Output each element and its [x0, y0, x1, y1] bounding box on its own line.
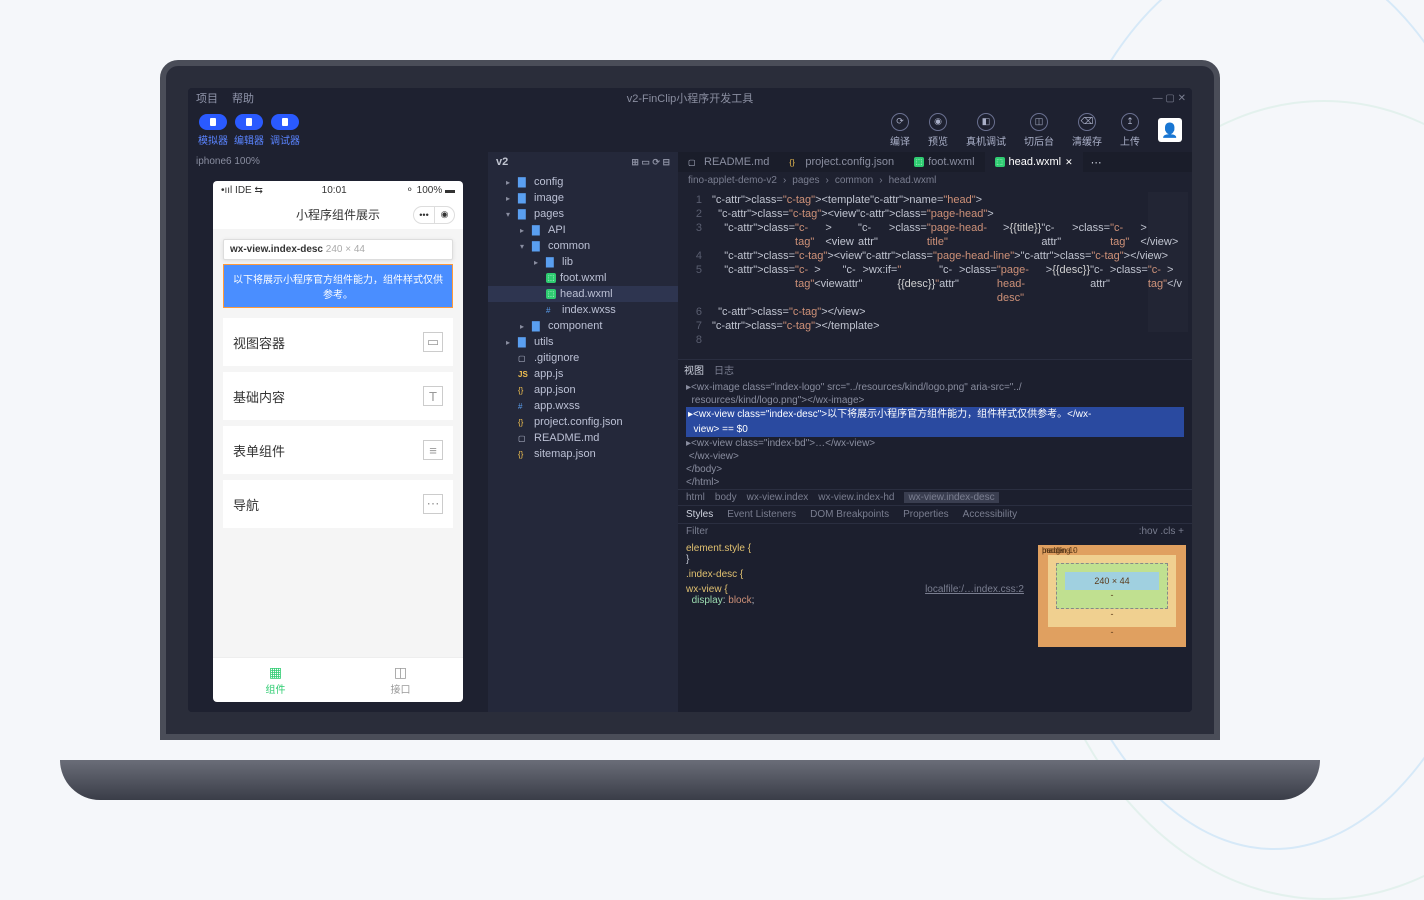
- simulator-panel: iphone6 100% •ııl IDE ⇆ 10:01 ⚬ 100% ▬ 小…: [188, 152, 488, 712]
- devtools-tab-DOM Breakpoints[interactable]: DOM Breakpoints: [810, 509, 889, 520]
- sim-nav-title: 小程序组件展示: [296, 206, 380, 223]
- devtools-tab-Styles[interactable]: Styles: [686, 509, 713, 520]
- tree-item-README.md[interactable]: ▢README.md: [488, 430, 678, 446]
- laptop-frame: 项目 帮助 v2-FinClip小程序开发工具 — ▢ ✕ 模拟器 编辑器 调试…: [160, 60, 1220, 780]
- devtools-tab-Event Listeners[interactable]: Event Listeners: [727, 509, 796, 520]
- tree-item-component[interactable]: ▸▇component: [488, 318, 678, 334]
- sim-time: 10:01: [322, 185, 347, 196]
- editor-tab-README.md[interactable]: ▢README.md: [678, 152, 779, 172]
- breadcrumb-part[interactable]: fino-applet-demo-v2: [688, 175, 777, 186]
- sim-list-item[interactable]: 基础内容T: [223, 372, 453, 420]
- tree-item-foot.wxml[interactable]: ⬚foot.wxml: [488, 270, 678, 286]
- tool-bars[interactable]: 调试器: [270, 114, 300, 147]
- tool-真机调试[interactable]: ◧真机调试: [966, 113, 1006, 148]
- explorer-actions[interactable]: ⊞ ▭ ⟳ ⊟: [631, 157, 670, 168]
- laptop-screen: 项目 帮助 v2-FinClip小程序开发工具 — ▢ ✕ 模拟器 编辑器 调试…: [160, 60, 1220, 740]
- devtools-crumb-item[interactable]: html: [686, 492, 705, 503]
- sim-tab-接口[interactable]: ◫接口: [338, 658, 463, 702]
- tree-item-index.wxss[interactable]: #index.wxss: [488, 302, 678, 318]
- devtools-breadcrumb[interactable]: html body wx-view.index wx-view.index-hd wx-…: [678, 489, 1192, 505]
- simulator-device[interactable]: •ııl IDE ⇆ 10:01 ⚬ 100% ▬ 小程序组件展示 •••◉: [213, 181, 463, 702]
- ide-window: 项目 帮助 v2-FinClip小程序开发工具 — ▢ ✕ 模拟器 编辑器 调试…: [188, 88, 1192, 712]
- breadcrumb-part[interactable]: common: [835, 175, 873, 186]
- editor-panel: ▢README.md {}project.config.json ⬚foot.w…: [678, 152, 1192, 712]
- tool-code[interactable]: 编辑器: [234, 114, 264, 147]
- editor-tabs: ▢README.md {}project.config.json ⬚foot.w…: [678, 152, 1192, 172]
- devtools-styles-bar[interactable]: Filter :hov .cls +: [678, 523, 1192, 539]
- devtools-crumb-item[interactable]: wx-view.index: [747, 492, 809, 503]
- window-controls[interactable]: — ▢ ✕: [1153, 93, 1186, 104]
- tree-item-app.json[interactable]: {}app.json: [488, 382, 678, 398]
- sim-navbar: 小程序组件展示 •••◉: [213, 200, 463, 229]
- sim-tab-组件[interactable]: ▦组件: [213, 658, 338, 702]
- inspect-tooltip: wx-view.index-desc 240 × 44: [223, 239, 453, 260]
- sim-list-item[interactable]: 导航⋯: [223, 480, 453, 528]
- tree-item-app.js[interactable]: JSapp.js: [488, 366, 678, 382]
- tree-item-project.config.json[interactable]: {}project.config.json: [488, 414, 678, 430]
- sim-battery: ⚬ 100% ▬: [405, 185, 455, 196]
- devtools-tab-Accessibility[interactable]: Accessibility: [963, 509, 1017, 520]
- tree-item-.gitignore[interactable]: ▢.gitignore: [488, 350, 678, 366]
- tree-item-image[interactable]: ▸▇image: [488, 190, 678, 206]
- devtools-elements[interactable]: ▸<wx-image class="index-logo" src="../re…: [678, 379, 1192, 489]
- sim-content[interactable]: wx-view.index-desc 240 × 44 以下将展示小程序官方组件…: [213, 229, 463, 657]
- tool-切后台[interactable]: ◫切后台: [1024, 113, 1054, 148]
- file-tree[interactable]: ▸▇config ▸▇image ▾▇pages ▸▇API ▾▇common …: [488, 172, 678, 464]
- editor-tab-project.config.json[interactable]: {}project.config.json: [779, 152, 904, 172]
- simulator-device-label[interactable]: iphone6 100%: [188, 152, 488, 171]
- tool-预览[interactable]: ◉预览: [928, 113, 948, 148]
- breadcrumb-part[interactable]: head.wxml: [889, 175, 937, 186]
- tool-清缓存[interactable]: ⌫清缓存: [1072, 113, 1102, 148]
- tree-item-utils[interactable]: ▸▇utils: [488, 334, 678, 350]
- box-model[interactable]: margin 10 border - padding - 240 × 44 - …: [1032, 539, 1192, 712]
- toolbar: 模拟器 编辑器 调试器 ⟳编译 ◉预览 ◧真机调试 ◫切后台 ⌫清缓存 ↥上传 👤: [188, 108, 1192, 152]
- tool-上传[interactable]: ↥上传: [1120, 113, 1140, 148]
- devtools-crumb-item[interactable]: body: [715, 492, 737, 503]
- devtools: 视图 日志 ▸<wx-image class="index-logo" src=…: [678, 359, 1192, 712]
- sim-signal: •ııl IDE ⇆: [221, 185, 263, 196]
- tree-item-config[interactable]: ▸▇config: [488, 174, 678, 190]
- sim-list-item[interactable]: 表单组件≡: [223, 426, 453, 474]
- tree-item-sitemap.json[interactable]: {}sitemap.json: [488, 446, 678, 462]
- tree-item-lib[interactable]: ▸▇lib: [488, 254, 678, 270]
- file-explorer: v2 ⊞ ▭ ⟳ ⊟ ▸▇config ▸▇image ▾▇pages ▸▇AP…: [488, 152, 678, 712]
- tree-item-pages[interactable]: ▾▇pages: [488, 206, 678, 222]
- tree-item-head.wxml[interactable]: ⬚head.wxml: [488, 286, 678, 302]
- sim-statusbar: •ııl IDE ⇆ 10:01 ⚬ 100% ▬: [213, 181, 463, 200]
- avatar[interactable]: 👤: [1158, 118, 1182, 142]
- menubar: 项目 帮助 v2-FinClip小程序开发工具 — ▢ ✕: [188, 88, 1192, 108]
- devtools-tab-Properties[interactable]: Properties: [903, 509, 949, 520]
- ide-body: iphone6 100% •ııl IDE ⇆ 10:01 ⚬ 100% ▬ 小…: [188, 152, 1192, 712]
- editor-more-icon[interactable]: ⋯: [1083, 156, 1110, 169]
- laptop-base: [60, 760, 1320, 800]
- devtools-crumb-item[interactable]: wx-view.index-hd: [818, 492, 894, 503]
- devtools-tabs-top[interactable]: 视图 日志: [678, 360, 1192, 379]
- tree-item-app.wxss[interactable]: #app.wxss: [488, 398, 678, 414]
- devtools-panel-tabs[interactable]: Styles Event Listeners DOM Breakpoints Prop…: [678, 505, 1192, 523]
- sim-tabbar: ▦组件 ◫接口: [213, 657, 463, 702]
- editor-tab-foot.wxml[interactable]: ⬚foot.wxml: [904, 152, 984, 172]
- editor-tab-head.wxml[interactable]: ⬚head.wxml✕: [985, 152, 1083, 172]
- tool-phone[interactable]: 模拟器: [198, 114, 228, 147]
- breadcrumb-part[interactable]: pages: [792, 175, 819, 186]
- devtools-crumb-item[interactable]: wx-view.index-desc: [904, 492, 998, 503]
- explorer-header[interactable]: v2 ⊞ ▭ ⟳ ⊟: [488, 152, 678, 172]
- sim-list-item[interactable]: 视图容器▭: [223, 318, 453, 366]
- devtools-styles[interactable]: element.style {}.index-desc {</span></di…: [678, 539, 1032, 712]
- tool-编译[interactable]: ⟳编译: [890, 113, 910, 148]
- menu-help[interactable]: 帮助: [232, 90, 254, 106]
- tree-item-API[interactable]: ▸▇API: [488, 222, 678, 238]
- code-editor[interactable]: 1"c-attr">class="c-tag"><template "c-att…: [678, 189, 1192, 359]
- menu-project[interactable]: 项目: [196, 90, 218, 106]
- window-title: v2-FinClip小程序开发工具: [627, 90, 754, 106]
- sim-capsule[interactable]: •••◉: [413, 206, 455, 224]
- highlighted-element[interactable]: 以下将展示小程序官方组件能力，组件样式仅供参考。: [223, 264, 453, 308]
- tree-item-common[interactable]: ▾▇common: [488, 238, 678, 254]
- editor-breadcrumb[interactable]: fino-applet-demo-v2 › pages › common › h…: [678, 172, 1192, 189]
